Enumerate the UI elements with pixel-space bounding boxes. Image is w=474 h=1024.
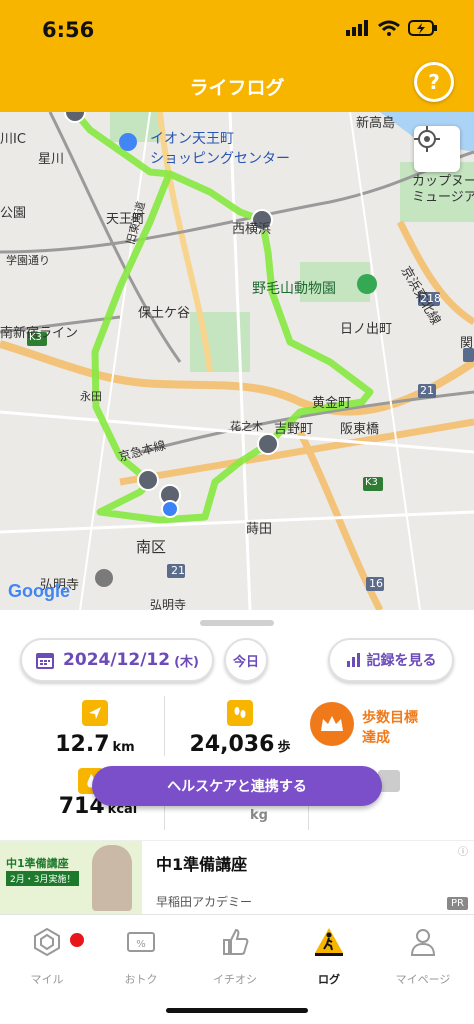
step-goal-achieved: 歩数目標 達成: [362, 708, 418, 748]
map-label-park: 公園: [0, 206, 27, 221]
steps-unit: 歩: [277, 740, 291, 755]
map-view[interactable]: 川IC 星川 イオン天王町 ショッピングセンター 新高島 カップヌードル ミュー…: [0, 112, 474, 610]
ad-sponsor: 早稲田アカデミー: [156, 895, 253, 909]
map-canvas: [0, 112, 474, 610]
tab-log[interactable]: ログ: [282, 927, 376, 987]
ad-thumb-title: 中1準備講座: [6, 857, 69, 870]
view-records-button[interactable]: 記録を見る: [328, 638, 454, 682]
google-logo: Google: [8, 581, 70, 601]
steps-stat: 24,036 歩: [180, 700, 300, 757]
svg-text:%: %: [136, 939, 146, 950]
healthcare-link-button[interactable]: ヘルスケアと連携する: [92, 766, 382, 806]
map-label-maita: 蒔田: [246, 522, 273, 537]
map-label-aeon: イオン天王町: [150, 131, 234, 147]
navigation-arrow-icon: [82, 700, 108, 726]
distance-stat: 12.7 km: [50, 700, 140, 757]
map-label-nogeyama: 野毛山動物園: [252, 281, 336, 297]
status-bar: 6:56: [0, 0, 474, 58]
signal-icon: [346, 20, 368, 36]
tab-mypage[interactable]: マイページ: [376, 927, 470, 987]
map-label-koganecho: 黄金町: [312, 396, 352, 411]
tab-log-label: ログ: [318, 973, 340, 986]
coupon-icon: %: [127, 932, 155, 952]
map-label-nagata: 永田: [80, 390, 102, 403]
notification-dot: [70, 933, 84, 947]
map-label-hodogaya: 保土ケ谷: [138, 306, 191, 321]
status-icons: [346, 20, 438, 36]
map-label-museum: ミュージアム: [412, 190, 474, 205]
tab-mypage-label: マイページ: [395, 973, 451, 986]
ad-info-icon[interactable]: ⓘ: [458, 843, 468, 858]
home-indicator: [166, 1008, 308, 1013]
wifi-icon: [378, 20, 400, 36]
ad-thumb-person: [92, 845, 132, 911]
tab-deals-label: おトク: [124, 973, 158, 986]
tab-miles[interactable]: マイル: [0, 927, 94, 987]
distance-unit: km: [112, 740, 135, 755]
status-time: 6:56: [42, 18, 95, 42]
ad-banner[interactable]: 中1準備講座 2月・3月実施！ 中1準備講座 早稲田アカデミー PR ⓘ: [0, 840, 474, 915]
ad-title: 中1準備講座: [156, 855, 248, 874]
calendar-icon: [36, 653, 55, 669]
tab-deals[interactable]: % おトク: [94, 927, 188, 987]
footprints-icon: [227, 700, 253, 726]
steps-value: 24,036: [189, 732, 275, 757]
map-label-hananoki: 花之木: [230, 420, 263, 433]
map-label-hoshikawa: 星川: [38, 152, 65, 167]
help-button[interactable]: ?: [414, 62, 454, 102]
distance-value: 12.7: [55, 732, 110, 757]
map-label-hantobashi: 阪東橋: [340, 422, 380, 437]
map-label-16: 16: [369, 577, 383, 590]
date-value: 2024/12/12: [63, 650, 171, 670]
person-icon: [410, 929, 436, 956]
date-selector-button[interactable]: 2024/12/12 (木): [20, 638, 214, 682]
crown-icon: [310, 702, 354, 746]
map-label-yoshinocho: 吉野町: [274, 422, 314, 437]
map-label-minamiku: 南区: [136, 538, 167, 556]
map-label-k3: K3: [29, 332, 42, 343]
date-weekday: (木): [174, 654, 199, 670]
drag-handle[interactable]: [200, 620, 274, 626]
ad-thumbnail: 中1準備講座 2月・3月実施！: [0, 841, 142, 915]
view-records-label: 記録を見る: [366, 653, 437, 669]
map-label-218: 218: [420, 292, 441, 305]
map-label-ic: 川IC: [0, 132, 26, 147]
summary-panel: 2024/12/12 (木) 今日 記録を見る 12.7 km 24,036 歩 歩…: [0, 610, 474, 840]
stat-divider: [164, 696, 165, 756]
page-title: ライフログ: [189, 77, 285, 99]
tab-recommended[interactable]: イチオシ: [188, 927, 282, 987]
hexagon-icon: [34, 927, 60, 957]
weight-unit: kg: [250, 808, 268, 823]
map-label-aeon-2: ショッピングセンター: [150, 151, 290, 167]
battery-icon: [408, 20, 437, 36]
app-header: ライフログ ?: [0, 58, 474, 112]
map-label-k3b: K3: [365, 477, 378, 488]
map-label-gumyoji-2: 弘明寺: [150, 598, 187, 610]
goal-line-1: 歩数目標: [362, 710, 418, 726]
map-label-shintakashima: 新高島: [356, 116, 396, 131]
map-label-seki: 関: [460, 336, 474, 351]
tab-miles-label: マイル: [30, 973, 64, 986]
map-label-hinodecho: 日ノ出町: [340, 322, 393, 337]
ad-thumb-subtitle: 2月・3月実施！: [6, 871, 80, 886]
goal-line-2: 達成: [362, 730, 390, 746]
map-label-gakuen: 学園通り: [6, 254, 50, 267]
current-location-button[interactable]: [414, 126, 460, 172]
crosshair-icon: [414, 126, 440, 152]
ad-pr-badge: PR: [447, 897, 468, 910]
map-label-21: 21: [420, 384, 434, 397]
map-label-21b: 21: [171, 564, 185, 577]
tab-recommended-label: イチオシ: [213, 973, 257, 986]
bar-chart-icon: [346, 653, 360, 667]
today-button[interactable]: 今日: [224, 638, 268, 682]
map-label-nishiyokohama: 西横浜: [232, 222, 272, 237]
thumbs-up-icon: [223, 928, 249, 955]
walking-person-icon: [315, 928, 343, 956]
